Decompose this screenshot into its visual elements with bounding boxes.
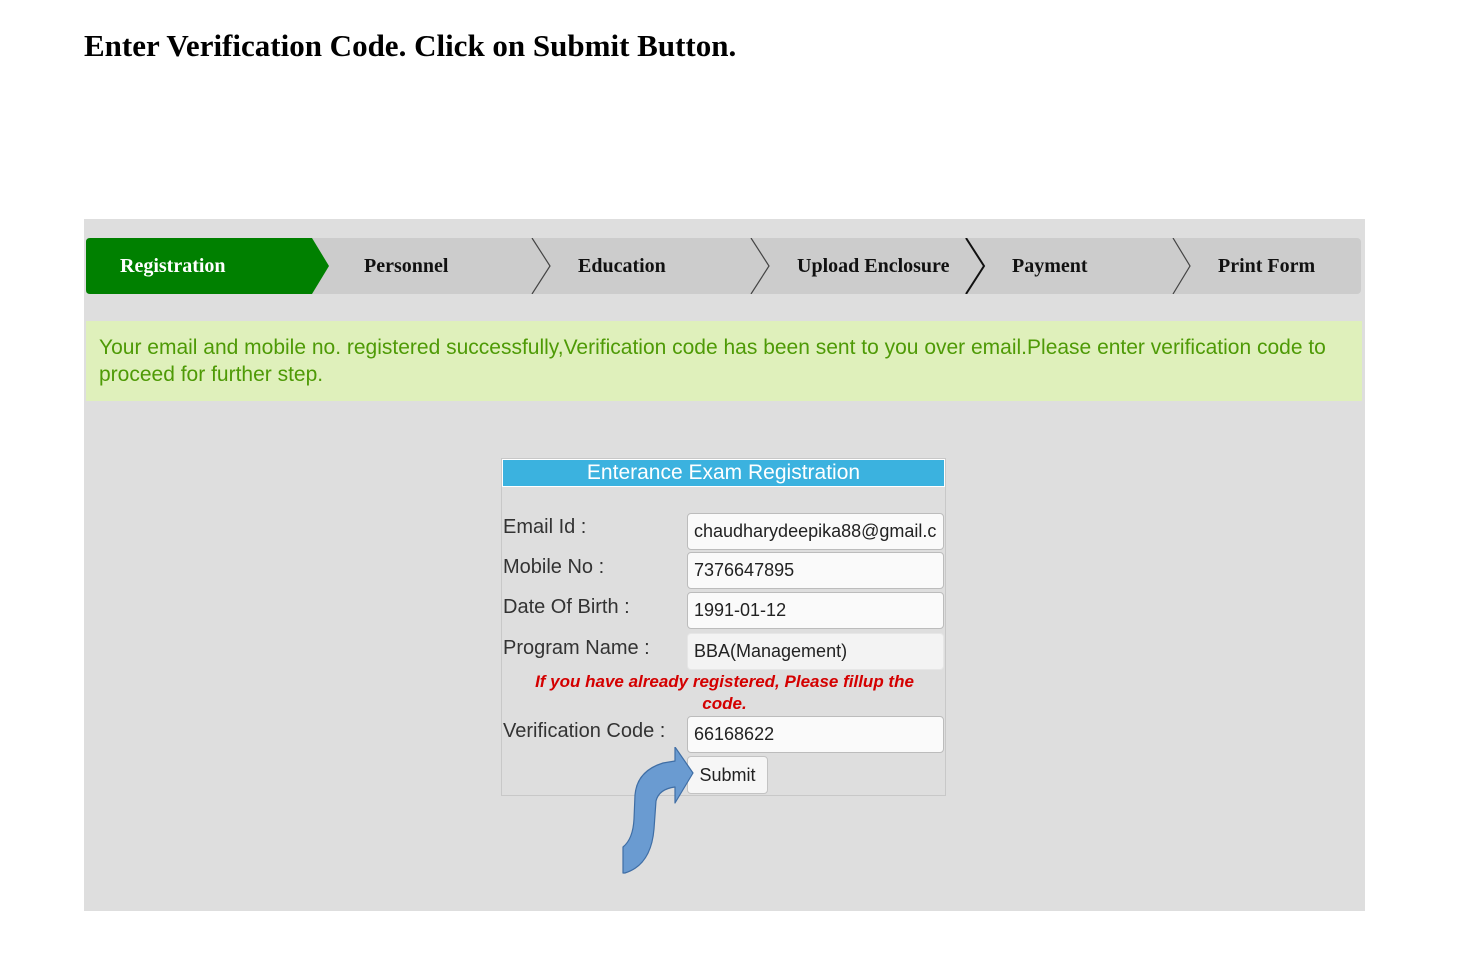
step-education[interactable]: Education [578, 238, 666, 294]
program-field[interactable] [687, 633, 944, 670]
verification-code-field[interactable] [687, 716, 944, 753]
registration-form: Enterance Exam Registration Email Id : M… [501, 458, 946, 796]
curved-arrow-icon [622, 747, 694, 874]
verification-label: Verification Code : [503, 720, 666, 742]
program-label: Program Name : [503, 637, 650, 659]
progress-steps: Registration Personnel Education Upload … [86, 238, 1361, 294]
step-personnel[interactable]: Personnel [364, 238, 448, 294]
step-print-form[interactable]: Print Form [1218, 238, 1315, 294]
screenshot-panel: Registration Personnel Education Upload … [84, 219, 1365, 911]
step-registration[interactable]: Registration [120, 238, 226, 294]
dob-label: Date Of Birth : [503, 596, 630, 618]
success-alert: Your email and mobile no. registered suc… [86, 321, 1362, 401]
email-field[interactable] [687, 513, 944, 550]
submit-button[interactable]: Submit [687, 756, 768, 794]
mobile-label: Mobile No : [503, 556, 605, 578]
form-title: Enterance Exam Registration [502, 459, 945, 487]
step-payment[interactable]: Payment [1012, 238, 1088, 294]
instruction-heading: Enter Verification Code. Click on Submit… [84, 28, 737, 63]
steps-background [86, 238, 1361, 294]
mobile-field[interactable] [687, 552, 944, 589]
already-registered-notice: If you have already registered, Please f… [535, 672, 914, 713]
dob-field[interactable] [687, 592, 944, 629]
step-upload-enclosure[interactable]: Upload Enclosure [797, 238, 949, 294]
email-label: Email Id : [503, 516, 587, 538]
